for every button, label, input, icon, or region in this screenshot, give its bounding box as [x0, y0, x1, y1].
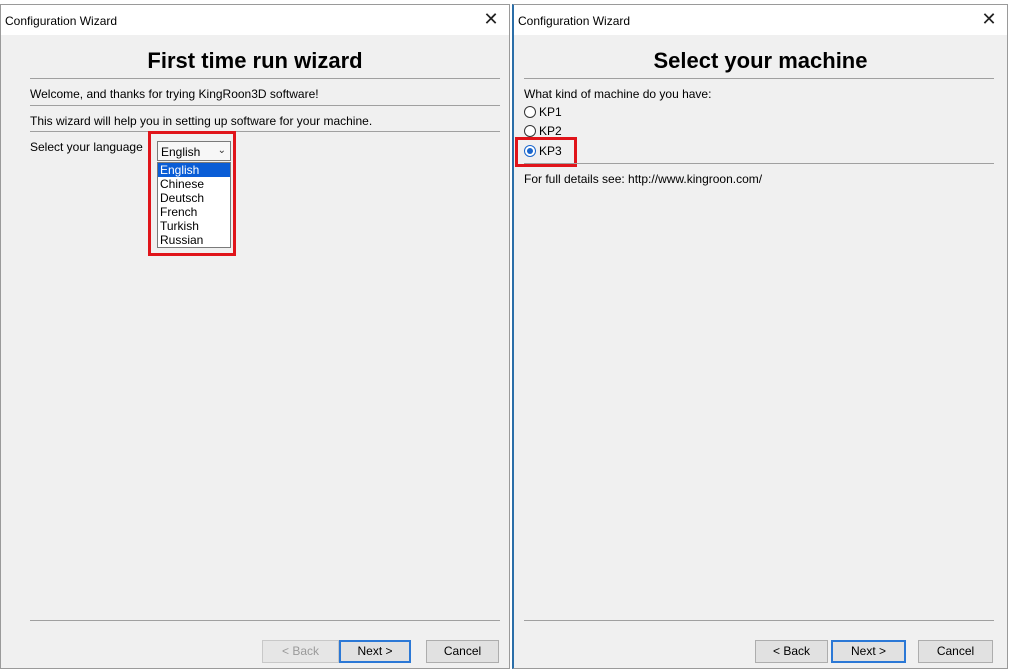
- next-button[interactable]: Next >: [339, 640, 411, 663]
- window-title: Configuration Wizard: [518, 14, 631, 28]
- radio-button[interactable]: [524, 125, 536, 137]
- language-label: Select your language: [30, 140, 143, 154]
- welcome-text: Welcome, and thanks for trying KingRoon3…: [30, 87, 319, 101]
- title-bar: Configuration Wizard ✕: [514, 5, 1007, 35]
- config-wizard-window-left: Configuration Wizard ✕ First time run wi…: [0, 4, 510, 669]
- page-heading: Select your machine: [653, 48, 868, 73]
- next-button[interactable]: Next >: [831, 640, 906, 663]
- help-text: This wizard will help you in setting up …: [30, 114, 373, 128]
- machine-question: What kind of machine do you have:: [524, 87, 712, 101]
- close-icon[interactable]: ✕: [481, 10, 501, 28]
- config-wizard-window-right: Configuration Wizard ✕ Select your machi…: [512, 4, 1008, 669]
- divider: [30, 131, 500, 132]
- divider: [524, 620, 994, 621]
- divider: [30, 78, 500, 79]
- back-button[interactable]: < Back: [262, 640, 339, 663]
- back-button[interactable]: < Back: [755, 640, 828, 663]
- radio-option-kp1[interactable]: KP1: [524, 104, 562, 120]
- window-title: Configuration Wizard: [5, 14, 118, 28]
- highlight-box-language: [148, 131, 236, 256]
- radio-label: KP2: [539, 124, 562, 138]
- close-icon[interactable]: ✕: [979, 10, 999, 28]
- radio-label: KP1: [539, 105, 562, 119]
- divider: [30, 105, 500, 106]
- radio-button[interactable]: [524, 106, 536, 118]
- divider: [524, 163, 994, 164]
- details-link-text: For full details see: http://www.kingroo…: [524, 172, 763, 186]
- cancel-button[interactable]: Cancel: [426, 640, 499, 663]
- divider: [524, 78, 994, 79]
- cancel-button[interactable]: Cancel: [918, 640, 993, 663]
- page-heading: First time run wizard: [147, 48, 363, 73]
- divider: [30, 620, 500, 621]
- title-bar: Configuration Wizard ✕: [1, 5, 509, 35]
